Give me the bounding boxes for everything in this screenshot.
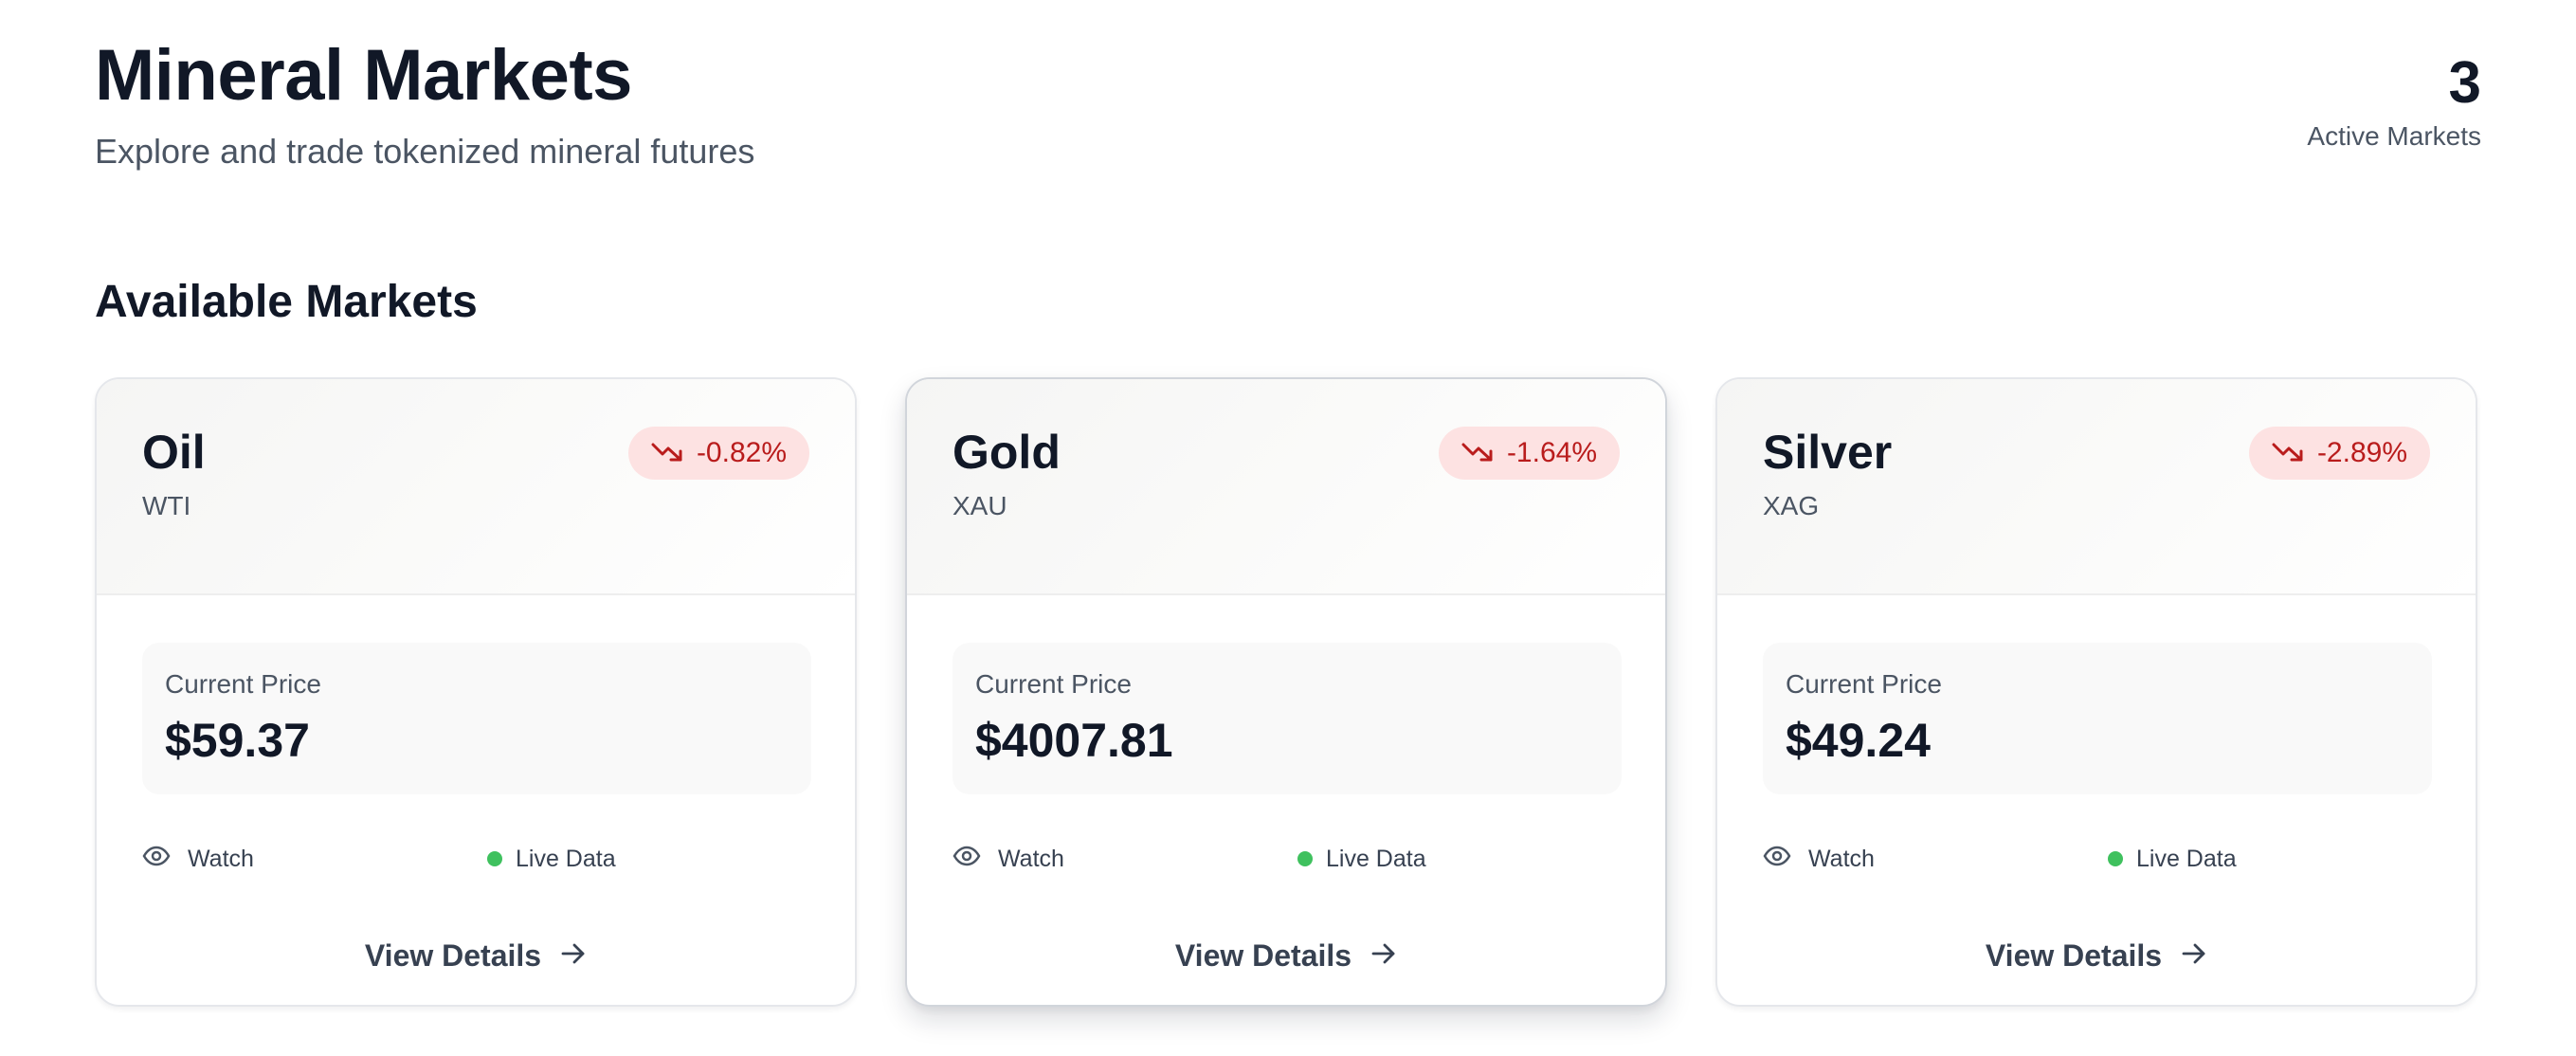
live-dot-icon [1297, 851, 1313, 866]
change-badge: -1.64% [1438, 427, 1620, 480]
live-data-indicator: Live Data [487, 840, 616, 878]
page-header: Mineral Markets Explore and trade tokeni… [95, 28, 2481, 180]
trending-down-icon [651, 437, 683, 469]
eye-icon [952, 846, 981, 873]
arrow-right-icon [1370, 938, 1397, 974]
market-name: Gold [952, 426, 1061, 479]
price-value: $4007.81 [975, 714, 1173, 767]
card-header: Oil WTI -0.82% [97, 379, 855, 595]
price-box: Current Price $59.37 [142, 643, 811, 794]
watch-button[interactable]: Watch [1763, 840, 1875, 878]
market-symbol: XAG [1763, 491, 1820, 520]
trending-down-icon [2272, 437, 2304, 469]
watch-button[interactable]: Watch [142, 840, 254, 878]
active-markets-label: Active Markets [2307, 121, 2481, 152]
live-dot-icon [487, 851, 502, 866]
active-markets-count: 3 [2448, 50, 2481, 116]
price-box: Current Price $49.24 [1763, 643, 2432, 794]
mineral-markets-page: Mineral Markets Explore and trade tokeni… [0, 0, 2576, 1056]
change-badge: -0.82% [627, 427, 809, 480]
price-label: Current Price [1786, 669, 1942, 699]
live-data-indicator: Live Data [1297, 840, 1426, 878]
section-title: Available Markets [95, 277, 478, 327]
price-label: Current Price [975, 669, 1132, 699]
view-details-label: View Details [364, 938, 542, 973]
eye-icon [142, 846, 171, 873]
meta-row: Watch Live Data [952, 840, 1622, 878]
view-details-label: View Details [1985, 938, 2163, 973]
market-name: Silver [1763, 426, 1893, 479]
view-details-button[interactable]: View Details [97, 929, 855, 982]
watch-button[interactable]: Watch [952, 840, 1064, 878]
page-title: Mineral Markets [95, 35, 632, 116]
view-details-button[interactable]: View Details [907, 929, 1665, 982]
active-markets-stat: 3 Active Markets [2307, 50, 2481, 152]
eye-icon [1763, 846, 1791, 873]
card-header: Gold XAU -1.64% [907, 379, 1665, 595]
view-details-button[interactable]: View Details [1717, 929, 2476, 982]
change-value: -1.64% [1506, 437, 1597, 468]
change-badge: -2.89% [2248, 427, 2430, 480]
watch-label: Watch [1808, 845, 1875, 872]
arrow-right-icon [2181, 938, 2207, 974]
live-label: Live Data [2136, 845, 2237, 872]
live-data-indicator: Live Data [2108, 840, 2237, 878]
market-cards: Oil WTI -0.82% Current Price $59.37 Watc… [95, 377, 2481, 1007]
price-value: $59.37 [165, 714, 310, 767]
change-value: -2.89% [2316, 437, 2407, 468]
market-card-gold[interactable]: Gold XAU -1.64% Current Price $4007.81 W… [905, 377, 1667, 1007]
change-value: -0.82% [696, 437, 787, 468]
price-label: Current Price [165, 669, 321, 699]
price-box: Current Price $4007.81 [952, 643, 1622, 794]
market-symbol: XAU [952, 491, 1007, 520]
watch-label: Watch [998, 845, 1064, 872]
view-details-label: View Details [1174, 938, 1352, 973]
meta-row: Watch Live Data [1763, 840, 2432, 878]
market-symbol: WTI [142, 491, 191, 520]
watch-label: Watch [188, 845, 254, 872]
live-dot-icon [2108, 851, 2123, 866]
market-card-silver[interactable]: Silver XAG -2.89% Current Price $49.24 W… [1715, 377, 2477, 1007]
arrow-right-icon [560, 938, 587, 974]
market-name: Oil [142, 426, 206, 479]
live-label: Live Data [516, 845, 616, 872]
page-subtitle: Explore and trade tokenized mineral futu… [95, 132, 755, 171]
live-label: Live Data [1326, 845, 1426, 872]
market-card-oil[interactable]: Oil WTI -0.82% Current Price $59.37 Watc… [95, 377, 857, 1007]
price-value: $49.24 [1786, 714, 1931, 767]
trending-down-icon [1461, 437, 1494, 469]
meta-row: Watch Live Data [142, 840, 811, 878]
card-header: Silver XAG -2.89% [1717, 379, 2476, 595]
